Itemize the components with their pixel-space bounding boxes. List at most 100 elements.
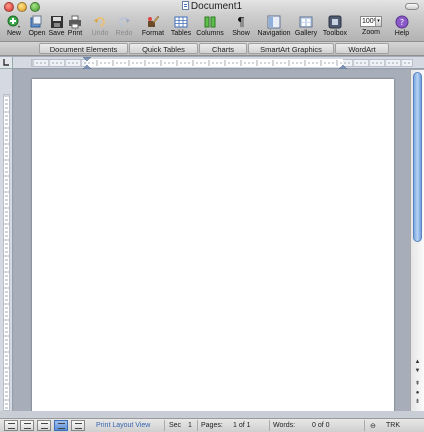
undo-arrow-icon	[94, 17, 105, 27]
zoom-dropdown-icon[interactable]: ▾	[375, 17, 381, 26]
notebook-view-icon	[75, 423, 82, 429]
format-label: Format	[141, 30, 165, 37]
publishing-view-icon	[41, 423, 48, 429]
show-label: Show	[232, 30, 250, 37]
status-divider	[364, 420, 365, 431]
columns-button[interactable]: Columns	[196, 15, 224, 38]
horizontal-scroll-area[interactable]	[0, 411, 424, 418]
redo-arrow-icon	[119, 17, 130, 27]
tab-document-elements[interactable]: Document Elements	[39, 43, 128, 54]
columns-icon	[204, 16, 216, 28]
open-folder-icon	[30, 15, 42, 28]
zoom-control[interactable]: 100% ▾ Zoom	[356, 15, 386, 37]
help-icon: ?	[395, 15, 409, 29]
status-bar: Print Layout View Sec 1 Pages: 1 of 1 Wo…	[0, 418, 424, 432]
new-label: New	[6, 30, 21, 37]
track-changes-label[interactable]: TRK	[386, 422, 400, 429]
table-grid-icon	[174, 16, 188, 28]
document-canvas[interactable]	[14, 70, 410, 411]
section-value: 1	[188, 422, 192, 429]
scroll-up-icon[interactable]: ▲	[412, 358, 423, 367]
redo-button[interactable]: Redo	[113, 15, 135, 38]
pages-label: Pages:	[201, 422, 223, 429]
save-button[interactable]: Save	[48, 15, 65, 38]
navigation-pane-icon	[267, 15, 281, 29]
navigation-button[interactable]: Navigation	[256, 15, 292, 38]
document-icon	[181, 1, 189, 10]
draft-view-button[interactable]	[4, 420, 18, 431]
tab-quick-tables[interactable]: Quick Tables	[129, 43, 198, 54]
ruler-ticks	[32, 60, 410, 66]
show-button[interactable]: ¶ Show	[231, 15, 251, 38]
open-label: Open	[28, 30, 46, 37]
title-bar[interactable]: Document1	[0, 0, 424, 14]
previous-page-icon[interactable]: ⇞	[412, 380, 423, 389]
toolbox-icon	[328, 15, 342, 29]
vertical-scroll-thumb[interactable]	[413, 72, 422, 242]
zoom-label: Zoom	[362, 29, 380, 36]
publishing-layout-view-button[interactable]	[37, 420, 51, 431]
tab-charts[interactable]: Charts	[199, 43, 247, 54]
help-button[interactable]: ? Help	[391, 15, 413, 38]
tab-wordart[interactable]: WordArt	[335, 43, 389, 54]
navigation-label: Navigation	[257, 30, 291, 37]
open-button[interactable]: Open	[27, 15, 47, 38]
left-tab-icon	[3, 59, 9, 66]
status-divider	[269, 420, 270, 431]
vertical-ruler-ticks	[4, 95, 9, 409]
format-button[interactable]: Format	[140, 15, 166, 38]
print-button[interactable]: Print	[66, 15, 84, 38]
tables-label: Tables	[170, 30, 192, 37]
print-layout-icon	[58, 423, 65, 429]
horizontal-ruler[interactable]	[13, 57, 424, 69]
toolbar-toggle-button[interactable]	[405, 3, 419, 10]
window-title-text: Document1	[190, 1, 243, 12]
draft-view-icon	[8, 423, 15, 429]
word-window: Document1 New Open Save Print Undo Redo …	[0, 0, 424, 432]
save-disk-icon	[50, 16, 63, 28]
print-layout-view-button[interactable]	[54, 420, 68, 431]
document-page[interactable]	[32, 79, 394, 411]
undo-label: Undo	[91, 30, 109, 37]
notebook-layout-view-button[interactable]	[71, 420, 85, 431]
outline-view-icon	[24, 423, 31, 429]
track-changes-icon[interactable]: ⊖	[370, 422, 376, 430]
browse-object-icon[interactable]: ●	[412, 389, 423, 398]
elements-gallery-tabs: Document Elements Quick Tables Charts Sm…	[0, 42, 424, 56]
print-label: Print	[67, 30, 83, 37]
vertical-scrollbar[interactable]: ▲ ▼ ⇞ ● ⇟	[410, 70, 424, 411]
undo-button[interactable]: Undo	[88, 15, 112, 38]
window-title: Document1	[0, 1, 424, 12]
next-page-icon[interactable]: ⇟	[412, 398, 423, 407]
pages-value: 1 of 1	[233, 422, 251, 429]
tables-button[interactable]: Tables	[170, 15, 192, 38]
status-divider	[164, 420, 165, 431]
columns-label: Columns	[196, 30, 224, 37]
printer-icon	[69, 15, 81, 29]
gallery-label: Gallery	[294, 30, 318, 37]
new-button[interactable]: New	[3, 15, 25, 38]
zoom-select[interactable]: 100% ▾	[360, 16, 382, 27]
section-label: Sec	[169, 422, 182, 429]
format-paintbrush-icon	[148, 15, 160, 27]
right-indent-marker[interactable]	[339, 57, 347, 69]
new-document-icon	[7, 15, 20, 28]
vertical-ruler[interactable]	[0, 69, 13, 411]
toolbox-button[interactable]: Toolbox	[321, 15, 349, 38]
words-label: Words:	[273, 422, 296, 429]
scroll-down-icon[interactable]: ▼	[412, 367, 423, 376]
toolbox-label: Toolbox	[322, 30, 348, 37]
current-view-name: Print Layout View	[96, 422, 151, 429]
save-label: Save	[48, 30, 65, 37]
tab-stop-selector[interactable]	[0, 57, 13, 69]
help-label: Help	[394, 30, 410, 37]
svg-text:?: ?	[400, 18, 404, 27]
first-line-indent-marker[interactable]	[83, 57, 91, 69]
words-value: 0 of 0	[312, 422, 330, 429]
outline-view-button[interactable]	[20, 420, 34, 431]
redo-label: Redo	[115, 30, 133, 37]
gallery-icon	[299, 16, 313, 28]
pilcrow-icon: ¶	[237, 15, 245, 29]
tab-smartart-graphics[interactable]: SmartArt Graphics	[248, 43, 334, 54]
gallery-button[interactable]: Gallery	[294, 15, 318, 38]
